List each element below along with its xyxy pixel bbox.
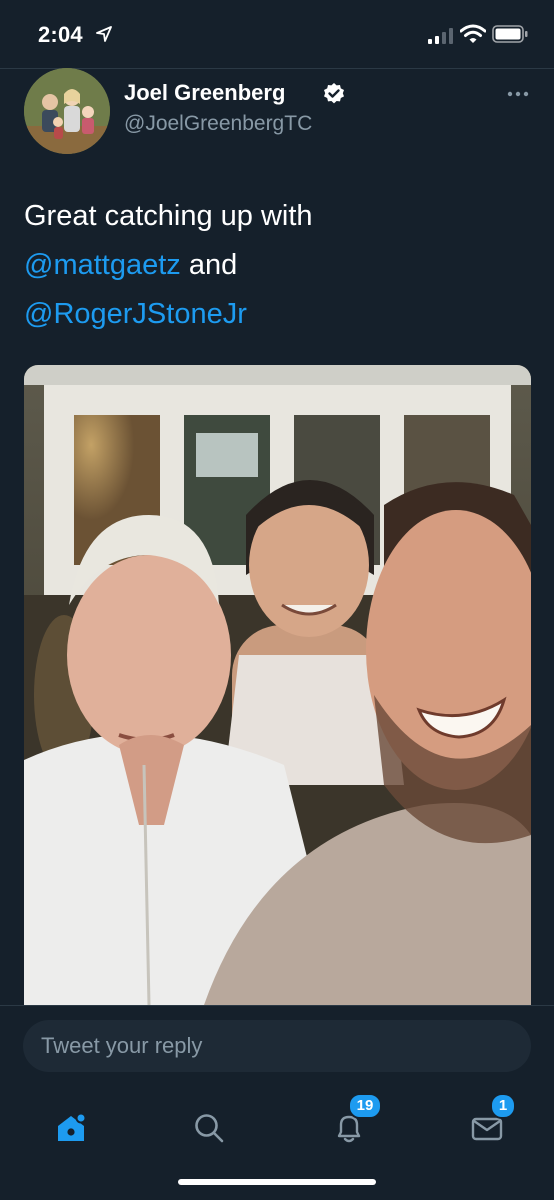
verified-icon — [324, 83, 344, 104]
home-icon — [58, 1112, 87, 1141]
search-icon — [195, 1114, 224, 1143]
home-indicator — [178, 1179, 376, 1185]
reply-bar: Tweet your reply — [0, 1005, 554, 1086]
avatar[interactable] — [24, 68, 110, 154]
tweet-photo-image — [24, 365, 531, 1005]
tweet-text-and: and — [180, 249, 238, 281]
location-arrow-icon — [96, 26, 112, 42]
tweet-text-line-1: Great catching up with — [24, 200, 313, 232]
tweet-text-line-2: @mattgaetz and — [24, 241, 524, 290]
mention-rogerjstonejr[interactable]: @RogerJStoneJr — [24, 290, 524, 339]
more-icon[interactable] — [506, 90, 530, 98]
status-bar: 2:04 — [0, 0, 554, 68]
user-handle[interactable]: @JoelGreenbergTC — [124, 112, 312, 136]
tab-home[interactable] — [40, 1099, 100, 1159]
wifi-icon — [460, 24, 486, 43]
battery-icon — [492, 25, 528, 43]
tweet-text: Great catching up with @mattgaetz and @R… — [24, 192, 524, 339]
reply-input[interactable]: Tweet your reply — [23, 1020, 531, 1072]
tab-search[interactable] — [178, 1099, 238, 1159]
notifications-badge: 19 — [348, 1093, 382, 1119]
status-time: 2:04 — [38, 22, 83, 47]
avatar-photo — [24, 68, 110, 154]
tweet-photo[interactable] — [24, 365, 531, 1005]
messages-badge: 1 — [490, 1093, 516, 1119]
display-name[interactable]: Joel Greenberg — [124, 80, 285, 106]
mention-mattgaetz[interactable]: @mattgaetz — [24, 249, 181, 281]
signal-icon — [428, 28, 453, 44]
top-divider — [0, 68, 554, 69]
